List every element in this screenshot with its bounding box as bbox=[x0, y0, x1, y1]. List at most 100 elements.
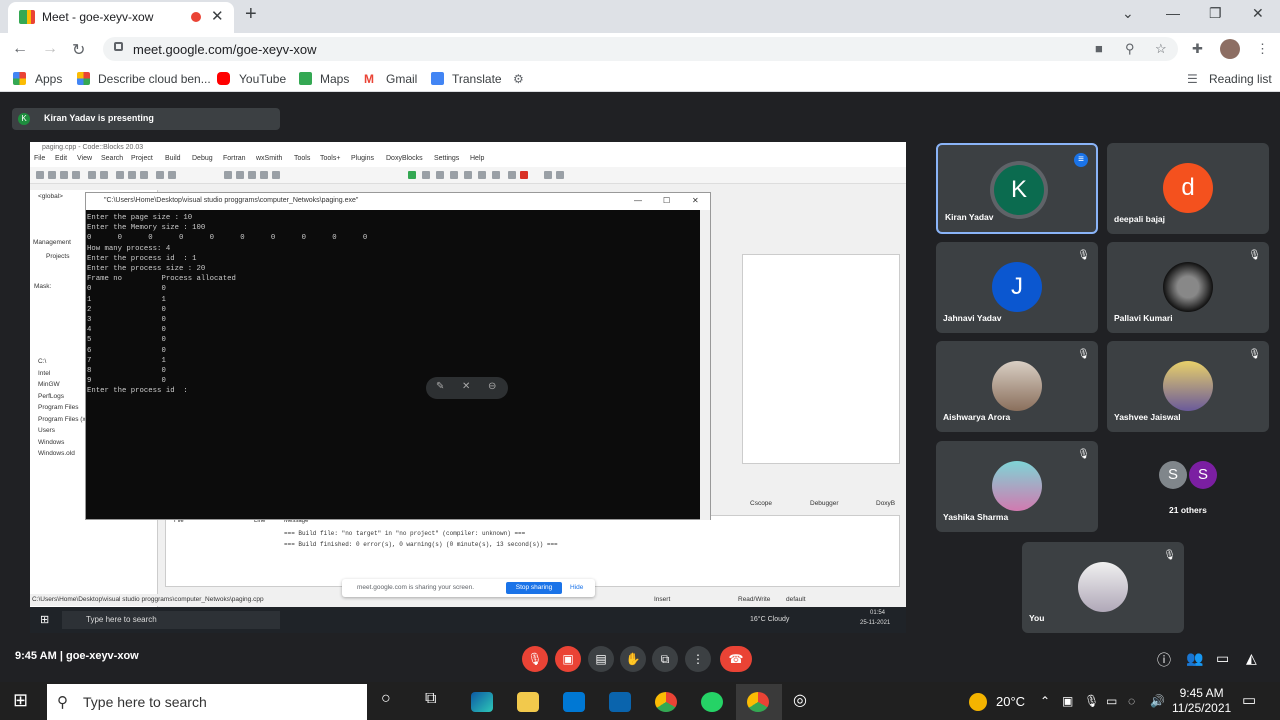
new-tab-button[interactable]: + bbox=[245, 3, 257, 26]
participant-tile-pallavi[interactable]: 🎙 Pallavi Kumari bbox=[1107, 242, 1269, 333]
menu-search[interactable]: Search bbox=[101, 155, 123, 162]
editor-area[interactable] bbox=[742, 254, 900, 464]
mic-tray-icon[interactable]: 🎙 bbox=[1084, 694, 1099, 708]
activities-icon[interactable]: ◭ bbox=[1246, 650, 1257, 667]
run-icon[interactable] bbox=[236, 171, 244, 179]
console-scrollbar[interactable] bbox=[700, 210, 710, 520]
menu-file[interactable]: File bbox=[34, 155, 45, 162]
store-icon[interactable] bbox=[563, 692, 585, 712]
reload-button[interactable]: ↻ bbox=[72, 40, 85, 60]
menu-fortran[interactable]: Fortran bbox=[223, 155, 246, 162]
notification-icon[interactable]: ▭ bbox=[1242, 691, 1256, 709]
debug-windows-icon[interactable] bbox=[544, 171, 552, 179]
step-out-icon[interactable] bbox=[464, 171, 472, 179]
chrome-active-icon[interactable] bbox=[747, 692, 769, 712]
step-instruction-icon[interactable] bbox=[492, 171, 500, 179]
redo-icon[interactable] bbox=[100, 171, 108, 179]
taskbar-clock[interactable]: 9:45 AM 11/25/2021 bbox=[1172, 686, 1231, 716]
maximize-button[interactable]: ❐ bbox=[1209, 5, 1222, 22]
presenter-mute-icon[interactable]: ✕ bbox=[462, 381, 470, 392]
temperature[interactable]: 20°C bbox=[996, 694, 1025, 709]
stop-sharing-button[interactable]: Stop sharing bbox=[506, 582, 562, 594]
windows-start-icon[interactable]: ⊞ bbox=[13, 690, 28, 711]
raise-hand-button[interactable]: ✋ bbox=[620, 646, 646, 672]
participant-tile-kiran[interactable]: K ≡ Kiran Yadav bbox=[936, 143, 1098, 234]
save-all-icon[interactable] bbox=[72, 171, 80, 179]
copy-icon[interactable] bbox=[128, 171, 136, 179]
hide-button[interactable]: Hide bbox=[570, 584, 583, 591]
menu-project[interactable]: Project bbox=[131, 155, 153, 162]
presenter-pin-icon[interactable]: ✎ bbox=[436, 381, 444, 392]
global-scope-dropdown[interactable]: <global> bbox=[38, 193, 63, 200]
replace-icon[interactable] bbox=[168, 171, 176, 179]
build-icon[interactable] bbox=[224, 171, 232, 179]
whatsapp-icon[interactable] bbox=[701, 692, 723, 712]
console-maximize-button[interactable]: ☐ bbox=[663, 196, 670, 205]
bookmark-youtube[interactable]: YouTube bbox=[239, 72, 286, 86]
menu-debug[interactable]: Debug bbox=[192, 155, 213, 162]
battery-icon[interactable]: ▭ bbox=[1106, 694, 1117, 708]
paste-icon[interactable] bbox=[140, 171, 148, 179]
camera-toggle-button[interactable]: ▣ bbox=[555, 646, 581, 672]
stop-debugger-icon[interactable] bbox=[520, 171, 528, 179]
menu-edit[interactable]: Edit bbox=[55, 155, 67, 162]
info-icon[interactable]: ⓘ bbox=[1157, 650, 1171, 670]
bookmark-maps[interactable]: Maps bbox=[320, 72, 349, 86]
close-window-button[interactable]: ✕ bbox=[1252, 5, 1264, 22]
profile-avatar[interactable] bbox=[1220, 39, 1240, 59]
menu-tools-plus[interactable]: Tools+ bbox=[320, 155, 340, 162]
people-icon[interactable]: 👥 bbox=[1186, 650, 1203, 667]
network-icon[interactable]: ◌ bbox=[1128, 694, 1135, 708]
step-into-icon[interactable] bbox=[450, 171, 458, 179]
open-file-icon[interactable] bbox=[48, 171, 56, 179]
run-to-cursor-icon[interactable] bbox=[422, 171, 430, 179]
menu-icon[interactable]: ⋮ bbox=[1256, 41, 1269, 57]
present-button[interactable]: ⧉ bbox=[652, 646, 678, 672]
menu-tools[interactable]: Tools bbox=[294, 155, 310, 162]
tray-chevron-icon[interactable]: ⌃ bbox=[1040, 694, 1050, 708]
debugger-tab[interactable]: Debugger bbox=[810, 500, 839, 507]
various-info-icon[interactable] bbox=[556, 171, 564, 179]
build-run-icon[interactable] bbox=[248, 171, 256, 179]
participant-tile-jahnavi[interactable]: J 🎙 Jahnavi Yadav bbox=[936, 242, 1098, 333]
chat-icon[interactable]: ▭ bbox=[1216, 650, 1229, 667]
abort-icon[interactable] bbox=[272, 171, 280, 179]
bookmark-describe-cloud[interactable]: Describe cloud ben... bbox=[98, 72, 211, 86]
mic-toggle-button[interactable]: 🎙 bbox=[522, 646, 548, 672]
menu-help[interactable]: Help bbox=[470, 155, 484, 162]
extensions-icon[interactable]: ✚ bbox=[1192, 41, 1203, 57]
edge-icon[interactable] bbox=[471, 692, 493, 712]
settings-gear-icon[interactable]: ⚙ bbox=[513, 72, 524, 86]
participant-tile-you[interactable]: 🎙 You bbox=[1022, 542, 1184, 633]
bookmark-gmail[interactable]: Gmail bbox=[386, 72, 417, 86]
bookmark-star-icon[interactable]: ☆ bbox=[1155, 41, 1167, 57]
projects-tab[interactable]: Projects bbox=[46, 253, 69, 260]
tab-search-icon[interactable]: ⌄ bbox=[1122, 5, 1134, 22]
console-close-button[interactable]: ✕ bbox=[692, 196, 699, 205]
bookmark-translate[interactable]: Translate bbox=[452, 72, 502, 86]
reading-list-button[interactable]: Reading list bbox=[1209, 72, 1272, 86]
more-options-button[interactable]: ⋮ bbox=[685, 646, 711, 672]
close-tab-icon[interactable]: ✕ bbox=[211, 7, 224, 25]
menu-view[interactable]: View bbox=[77, 155, 92, 162]
new-file-icon[interactable] bbox=[36, 171, 44, 179]
forward-button[interactable]: → bbox=[42, 40, 58, 58]
undo-icon[interactable] bbox=[88, 171, 96, 179]
rebuild-icon[interactable] bbox=[260, 171, 268, 179]
end-call-button[interactable]: ☎ bbox=[720, 646, 752, 672]
task-view-icon[interactable]: ⧉ bbox=[425, 690, 436, 708]
back-button[interactable]: ← bbox=[12, 40, 28, 58]
participant-tile-deepali[interactable]: d deepali bajaj bbox=[1107, 143, 1269, 234]
break-debugger-icon[interactable] bbox=[508, 171, 516, 179]
doxyblocks-tab[interactable]: DoxyB bbox=[876, 500, 895, 507]
save-file-icon[interactable] bbox=[60, 171, 68, 179]
bookmark-apps[interactable]: Apps bbox=[35, 72, 62, 86]
debug-run-icon[interactable] bbox=[408, 171, 416, 179]
participant-tile-yashvee[interactable]: 🎙 Yashvee Jaiswal bbox=[1107, 341, 1269, 432]
volume-icon[interactable]: 🔊 bbox=[1150, 694, 1165, 708]
find-icon[interactable] bbox=[156, 171, 164, 179]
menu-plugins[interactable]: Plugins bbox=[351, 155, 374, 162]
captions-button[interactable]: ▤ bbox=[588, 646, 614, 672]
lock-icon[interactable] bbox=[114, 42, 123, 51]
console-window[interactable]: "C:\Users\Home\Desktop\visual studio pro… bbox=[85, 192, 711, 520]
